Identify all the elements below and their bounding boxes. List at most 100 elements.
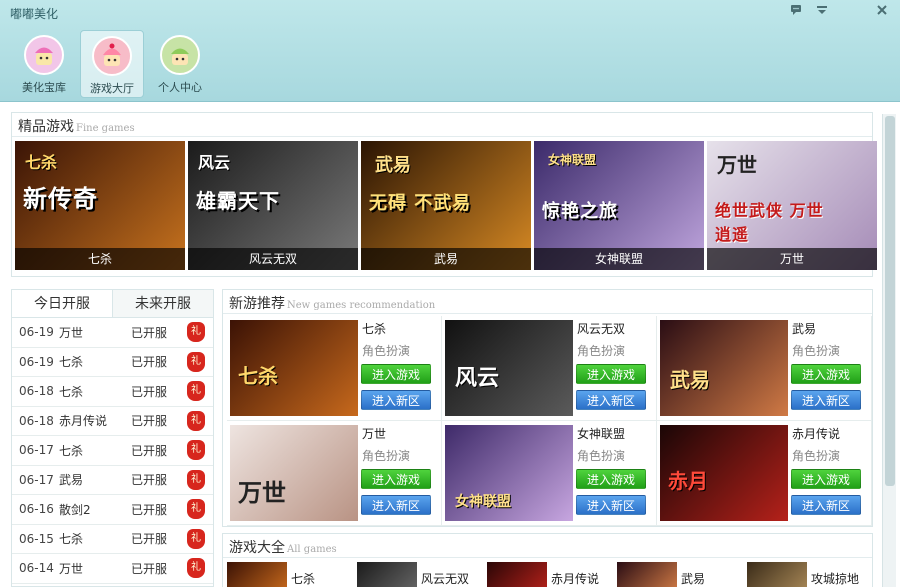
tab-today-servers[interactable]: 今日开服 [12,290,113,317]
enter-game-button[interactable]: 进入游戏 [791,469,861,489]
fine-game-card[interactable]: 风云 雄霸天下 风云无双 [188,141,358,270]
banner-slogan: 雄霸天下 [196,189,280,213]
server-list-section: 今日开服 未来开服 06-19 万世 已开服礼 06-19 七杀 已开服礼 06-18 七… [11,289,214,587]
all-games-list: 七杀 风云无双 赤月传说 武易 攻城掠地 [227,562,865,587]
enter-new-zone-button[interactable]: 进入新区 [361,390,431,410]
enter-new-zone-button[interactable]: 进入新区 [791,495,861,515]
server-date: 06-19 [19,354,54,369]
new-game-genre: 角色扮演 [792,344,841,358]
thumbnail-logo: 女神联盟 [455,494,511,510]
gift-bag-icon[interactable]: 礼 [187,351,205,372]
fine-game-name: 女神联盟 [534,248,704,270]
enter-game-button[interactable]: 进入游戏 [361,364,431,384]
server-row[interactable]: 06-14 万世 已开服 礼 [12,554,213,584]
new-game-card: 万世 万世 角色扮演 进入游戏 进入新区 [227,421,442,526]
thumbnail-logo: 武易 [670,368,710,392]
enter-game-button[interactable]: 进入游戏 [576,469,646,489]
server-game: 七杀 [59,532,84,547]
enter-game-button[interactable]: 进入游戏 [791,364,861,384]
new-game-thumbnail[interactable]: 女神联盟 [445,425,573,521]
gift-bag-icon[interactable]: 礼 [187,322,205,343]
enter-game-button[interactable]: 进入游戏 [361,469,431,489]
server-row[interactable]: 06-18 七杀 已开服 礼 [12,377,213,407]
server-row[interactable]: 06-15 七杀 已开服 礼 [12,525,213,554]
fine-game-card[interactable]: 万世 绝世武侠 万世逍遥 万世 [707,141,877,270]
new-game-card: 风云 风云无双 角色扮演 进入游戏 进入新区 [442,316,657,421]
new-game-name: 赤月传说 [792,427,841,441]
server-row[interactable]: 06-19 万世 已开服 礼 [12,318,213,348]
feedback-icon[interactable] [786,3,806,21]
new-game-genre: 角色扮演 [577,344,626,358]
all-game-name: 攻城掠地 [811,572,860,586]
all-game-thumbnail [227,562,287,587]
scrollbar-thumb[interactable] [885,116,895,486]
thumbnail-logo: 风云 [455,366,500,391]
all-game-item[interactable]: 赤月传说 [487,562,615,587]
nav-item-game-hall[interactable]: 游戏大厅 [80,30,144,98]
gift-bag-icon[interactable]: 礼 [187,381,205,402]
server-list: 06-19 万世 已开服礼 06-19 七杀 已开服礼 06-18 七杀 已开服礼 06-1… [12,318,213,584]
server-game: 武易 [59,473,84,488]
nav-label-beautify: 美化宝库 [22,81,66,94]
fine-game-card[interactable]: 女神联盟 惊艳之旅 女神联盟 [534,141,704,270]
nav-item-beautify[interactable]: 美化宝库 [12,30,76,98]
gift-bag-icon[interactable]: 礼 [187,440,205,461]
server-row[interactable]: 06-17 七杀 已开服 礼 [12,436,213,466]
new-game-thumbnail[interactable]: 武易 [660,320,788,416]
new-game-name: 武易 [792,322,817,336]
new-game-thumbnail[interactable]: 赤月 [660,425,788,521]
enter-new-zone-button[interactable]: 进入新区 [791,390,861,410]
app-header: 嘟嘟美化 美化宝库 游戏大厅 个人中心 [0,0,900,102]
gift-bag-icon[interactable]: 礼 [187,469,205,490]
server-row[interactable]: 06-18 赤月传说 已开服 礼 [12,407,213,436]
app-title: 嘟嘟美化 [10,7,59,21]
enter-game-button[interactable]: 进入游戏 [576,364,646,384]
enter-new-zone-button[interactable]: 进入新区 [576,495,646,515]
all-games-subtitle: All games [287,544,337,555]
new-game-thumbnail[interactable]: 七杀 [230,320,358,416]
main-nav: 美化宝库 游戏大厅 个人中心 [12,30,212,98]
all-game-item[interactable]: 七杀 [227,562,355,587]
gift-bag-icon[interactable]: 礼 [187,528,205,549]
all-game-item[interactable]: 风云无双 [357,562,485,587]
vertical-scrollbar[interactable] [882,114,896,587]
banner-logo: 七杀 [25,153,58,172]
enter-new-zone-button[interactable]: 进入新区 [361,495,431,515]
fine-game-name: 万世 [707,248,877,270]
server-date: 06-15 [19,531,54,546]
server-date: 06-17 [19,472,54,487]
all-game-thumbnail [357,562,417,587]
banner-logo: 风云 [198,153,231,172]
server-status: 已开服 [131,443,168,458]
all-game-item[interactable]: 攻城掠地 [747,562,865,587]
all-games-section: 游戏大全 All games 七杀 风云无双 赤月传说 武易 攻城掠地 [222,533,873,587]
server-game: 七杀 [59,355,84,370]
all-game-item[interactable]: 武易 [617,562,745,587]
enter-new-zone-button[interactable]: 进入新区 [576,390,646,410]
banner-slogan: 惊艳之旅 [542,201,618,222]
all-game-name: 风云无双 [421,572,470,586]
all-game-thumbnail [747,562,807,587]
new-game-thumbnail[interactable]: 风云 [445,320,573,416]
gift-bag-icon[interactable]: 礼 [187,410,205,431]
cake-icon [92,36,132,76]
server-row[interactable]: 06-16 散剑2 已开服 礼 [12,495,213,525]
server-status: 已开服 [131,502,168,517]
nav-item-personal[interactable]: 个人中心 [148,30,212,98]
new-game-thumbnail[interactable]: 万世 [230,425,358,521]
fine-game-card[interactable]: 武易 无碍 不武易 武易 [361,141,531,270]
banner-logo: 武易 [375,155,411,176]
fine-game-card[interactable]: 七杀 新传奇 七杀 [15,141,185,270]
tab-future-servers[interactable]: 未来开服 [113,290,213,317]
banner-slogan: 新传奇 [23,185,98,213]
menu-dropdown-icon[interactable] [812,3,832,21]
gift-bag-icon[interactable]: 礼 [187,499,205,520]
all-game-thumbnail [617,562,677,587]
server-row[interactable]: 06-19 七杀 已开服 礼 [12,348,213,377]
close-icon[interactable] [872,3,892,21]
server-row[interactable]: 06-17 武易 已开服 礼 [12,466,213,495]
server-date: 06-18 [19,384,54,399]
server-status: 已开服 [131,414,168,429]
server-status: 已开服 [131,561,168,576]
gift-bag-icon[interactable]: 礼 [187,558,205,579]
